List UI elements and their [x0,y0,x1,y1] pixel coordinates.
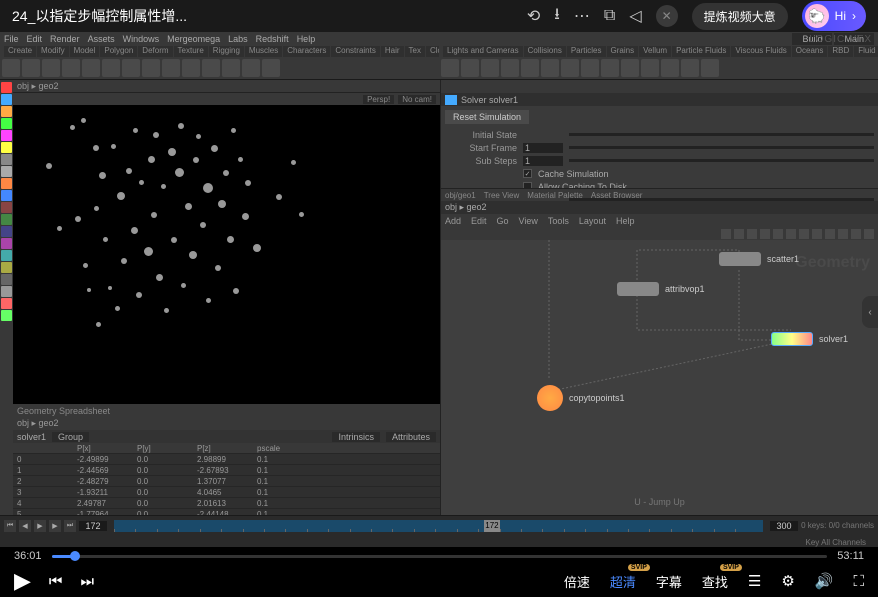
ss-intrinsics[interactable]: Intrinsics [332,432,380,442]
menu-file[interactable]: File [4,34,19,44]
speed-button[interactable]: 倍速 [564,572,590,591]
menu-help[interactable]: Help [297,34,316,44]
params-node: solver1 [489,95,518,105]
hint-label: U - Jump Up [634,497,685,507]
quality-button[interactable]: SVIP超清 [610,572,636,591]
fullscreen-icon[interactable]: ⛶ [853,573,864,590]
viewport-path[interactable]: obj ▸ geo2 [17,81,59,92]
extract-button[interactable]: 提炼视频大意 [692,3,788,30]
persp-button[interactable]: Persp! [363,95,394,104]
tl-play-icon[interactable]: ▶ [34,520,46,532]
node-attribvop[interactable]: attribvop1 [617,282,705,296]
timeline-marker[interactable]: 172 [484,520,500,532]
more-icon[interactable]: ⋯ [574,6,590,26]
progress-bar[interactable] [52,555,828,558]
menu-redshift[interactable]: Redshift [256,34,289,44]
next-button[interactable]: ⏭ [80,573,94,590]
video-title: 24_以指定步幅控制属性增... [12,6,187,26]
spreadsheet-table[interactable]: P[x]P[y]P[z]pscale0-2.498990.02.988990.1… [13,443,440,515]
expand-tab[interactable]: ‹ [862,296,878,328]
network-menu[interactable]: AddEditGoViewToolsLayoutHelp [441,214,878,227]
menu-windows[interactable]: Windows [123,34,160,44]
search-button[interactable]: SVIP查找 [702,572,728,591]
shelf-tabs-right[interactable]: Lights and CamerasCollisionsParticlesGra… [439,46,878,57]
frame-input[interactable]: 172 [79,521,107,531]
chevron-right-icon: › [852,9,856,23]
shelf-tabs-left[interactable]: CreateModifyModelPolygonDeformTextureRig… [0,46,439,57]
menu-edit[interactable]: Edit [27,34,43,44]
ss-path[interactable]: obj ▸ geo2 [17,418,59,429]
left-toolbar [0,80,13,515]
context-label: Geometry [795,254,870,272]
pip-icon[interactable]: ⧉ [604,7,615,25]
main-menu: File Edit Render Assets Windows Mergeome… [0,32,878,46]
node-scatter[interactable]: scatter1 [719,252,799,266]
total-time: 53:11 [837,550,864,562]
tl-prev-icon[interactable]: ◀ [19,520,31,532]
tl-last-icon[interactable]: ⏭ [64,520,76,532]
timeline-track[interactable]: 172 [114,520,763,532]
menu-merge[interactable]: Mergeomega [167,34,220,44]
ss-attrs[interactable]: Attributes [386,432,436,442]
hi-label: Hi [835,9,846,23]
node-copytopoints[interactable]: copytopoints1 [537,385,625,411]
menu-assets[interactable]: Assets [88,34,115,44]
frame-end[interactable]: 300 [770,521,798,531]
key-all-button[interactable]: Key All Channels [806,538,866,547]
playlist-icon[interactable]: ☰ [748,572,761,590]
avatar-icon: 🐑 [805,4,829,28]
tl-first-icon[interactable]: ⏮ [4,520,16,532]
download-icon[interactable]: ⭳ [554,3,560,30]
node-solver[interactable]: solver1 [771,332,848,346]
collapse-icon[interactable]: ◁ [629,6,641,26]
viewport-3d[interactable] [13,105,440,404]
volume-icon[interactable]: 🔊 [815,572,834,590]
play-button[interactable]: ▶ [14,568,31,594]
nocam-button[interactable]: No cam! [398,95,436,104]
close-icon[interactable]: ✕ [656,5,678,27]
settings-icon[interactable]: ⚙ [781,572,794,590]
shelf-icons[interactable] [439,57,878,79]
menu-labs[interactable]: Labs [228,34,248,44]
cache-sim-checkbox[interactable]: ✓ [523,169,532,178]
network-view[interactable]: Geometry scatter1 attribvop1 [441,240,878,515]
watermark-label: LOGIC·VFX [809,34,872,45]
menu-render[interactable]: Render [50,34,80,44]
solver-icon [445,95,457,105]
user-chip[interactable]: 🐑 Hi › [802,1,866,31]
shelf-icons[interactable] [0,57,439,79]
current-time: 36:01 [14,550,42,562]
ss-node[interactable]: solver1 [17,432,46,442]
reset-button[interactable]: Reset Simulation [445,110,529,124]
network-path[interactable]: obj ▸ geo2 [445,202,487,213]
params-tabs[interactable] [441,80,878,93]
prev-button[interactable]: ⏮ [49,573,63,590]
share-icon[interactable]: ⟲ [527,6,540,26]
cache-mem-slider[interactable] [569,198,874,201]
network-toolbar[interactable] [441,227,878,240]
params-type: Solver [461,95,487,105]
ss-group[interactable]: Group [52,432,89,442]
channels-info: 0 keys: 0/0 channels [801,521,874,530]
cache-sim-label: Cache Simulation [538,169,609,179]
tl-next-icon[interactable]: ▶ [49,520,61,532]
spreadsheet-title: Geometry Spreadsheet [13,404,440,417]
subtitle-button[interactable]: 字幕 [656,572,682,591]
